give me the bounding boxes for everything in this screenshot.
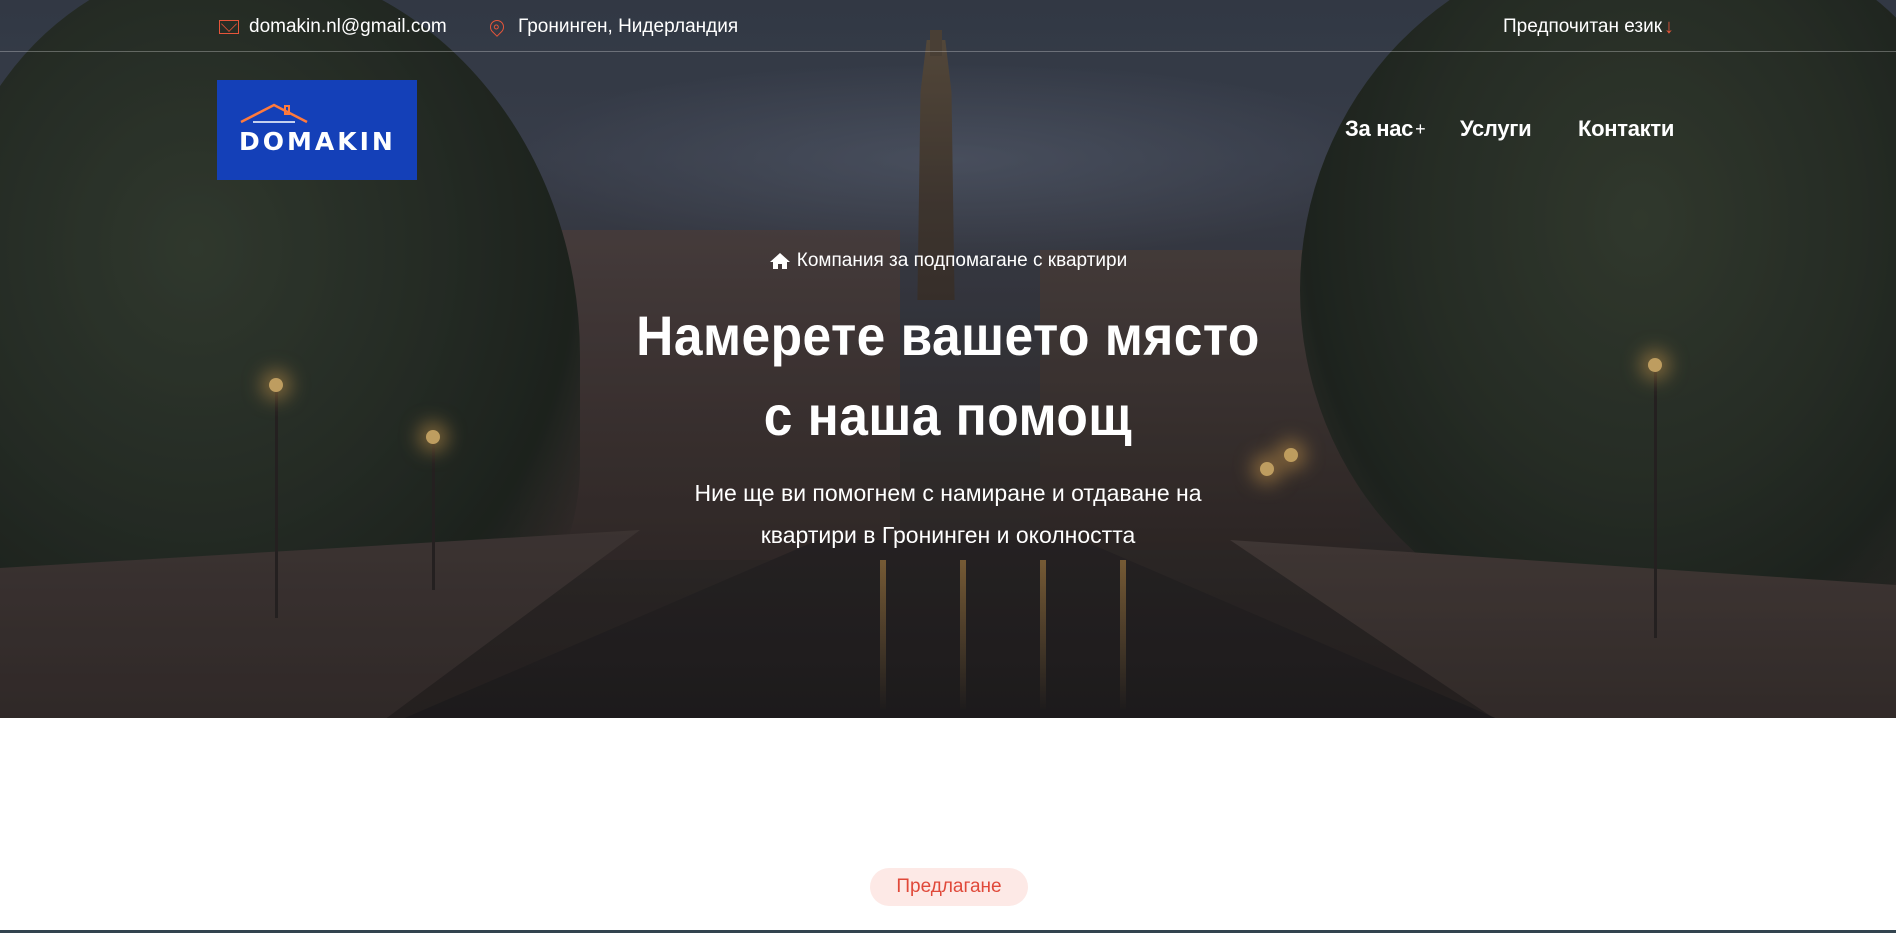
arrow-down-icon[interactable]: ↓ [1664,17,1674,37]
mail-icon [219,20,239,34]
section-badge: Предлагане [870,868,1028,906]
roof-icon [240,103,308,124]
plus-icon[interactable]: + [1415,119,1426,140]
logo[interactable]: DOMAKIN [217,80,417,180]
hero-headline-line1: Намерете вашето място [636,304,1260,367]
top-bar: domakin.nl@gmail.com Гронинген, Нидерлан… [0,0,1896,52]
hero-eyebrow: Компания за подпомагане с квартири [0,250,1896,272]
language-selector[interactable]: Предпочитан език ↓ [1503,16,1674,38]
contact-email[interactable]: domakin.nl@gmail.com [219,16,447,38]
location-text: Гронинген, Нидерландия [518,16,739,37]
hero-headline: Намерете вашето място с наша помощ [580,296,1316,456]
nav-item-contacts[interactable]: Контакти [1578,116,1674,142]
hero-headline-line2: с наша помощ [763,384,1133,447]
hero-eyebrow-text: Компания за подпомагане с квартири [796,250,1128,271]
map-pin-icon [487,17,507,37]
hero-subtitle: Ние ще ви помогнем с намиране и отдаване… [598,472,1298,556]
language-label[interactable]: Предпочитан език [1503,16,1662,38]
nav-item-services-label[interactable]: Услуги [1460,116,1532,142]
email-text[interactable]: domakin.nl@gmail.com [249,16,447,38]
home-icon [769,253,790,269]
nav-item-about-label[interactable]: За нас [1345,116,1413,142]
hero-subtitle-line2: квартири в Гронинген и околността [760,522,1136,548]
nav-item-about[interactable]: За нас + [1345,116,1426,142]
nav-item-contacts-label[interactable]: Контакти [1578,116,1674,142]
hero-subtitle-line1: Ние ще ви помогнем с намиране и отдаване… [694,480,1202,506]
nav-item-services[interactable]: Услуги [1460,116,1532,142]
contact-location: Гронинген, Нидерландия [487,16,739,38]
logo-text: DOMAKIN [239,127,396,156]
